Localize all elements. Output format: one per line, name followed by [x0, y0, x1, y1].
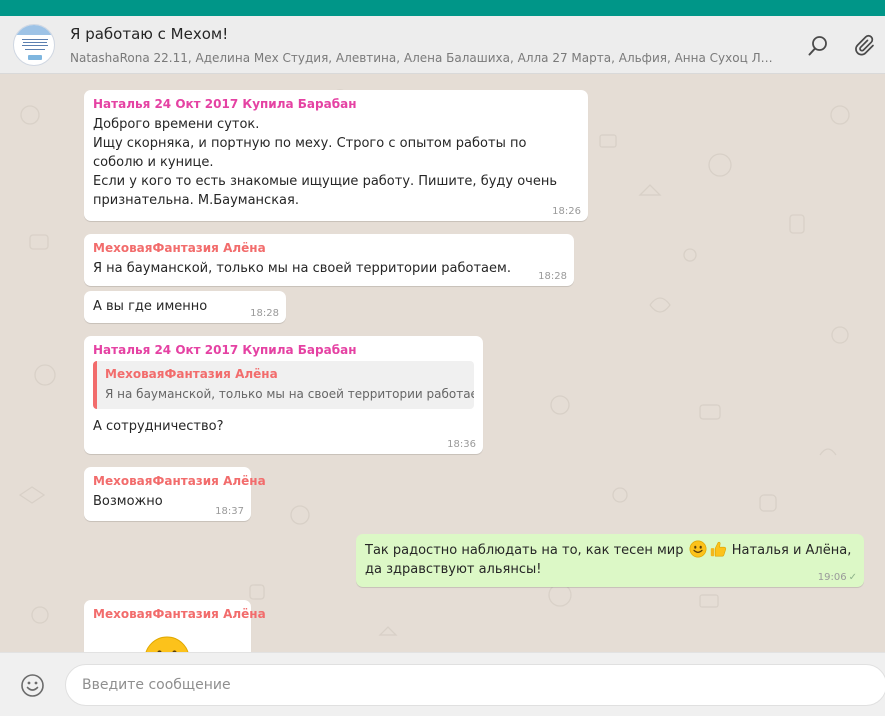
message-text: Доброго времени суток. Ищу скорняка, и п…: [93, 117, 558, 208]
message-text: Так радостно наблюдать на то, как тесен …: [365, 540, 855, 579]
group-avatar[interactable]: [13, 24, 55, 66]
message-bubble[interactable]: МеховаяФантазия Алёна Возможно 18:37: [84, 467, 266, 521]
message-list[interactable]: Наталья 24 Окт 2017 Купила Барабан Добро…: [0, 75, 885, 652]
message-input[interactable]: [65, 664, 885, 706]
quoted-message[interactable]: МеховаяФантазия Алёна Я на бауманской, т…: [93, 361, 474, 409]
message-time: 18:37: [215, 506, 244, 517]
paperclip-icon[interactable]: [854, 34, 878, 58]
outgoing-message-bubble[interactable]: Так радостно наблюдать на то, как тесен …: [356, 534, 864, 587]
message-bubble[interactable]: Наталья 24 Окт 2017 Купила Барабан Мехов…: [84, 336, 483, 454]
message-sender[interactable]: Наталья 24 Окт 2017 Купила Барабан: [93, 96, 579, 112]
chat-members-list[interactable]: NatashaRona 22.11, Аделина Мех Студия, А…: [70, 51, 778, 65]
message-sender[interactable]: Наталья 24 Окт 2017 Купила Барабан: [93, 342, 474, 358]
message-sender[interactable]: МеховаяФантазия Алёна: [93, 240, 565, 256]
smiling-face-emoji: [145, 636, 189, 652]
chat-title[interactable]: Я работаю с Мехом!: [70, 25, 228, 43]
composer-bar: [0, 652, 885, 716]
message-bubble[interactable]: Наталья 24 Окт 2017 Купила Барабан Добро…: [84, 90, 588, 221]
search-icon[interactable]: [806, 34, 830, 58]
message-bubble[interactable]: МеховаяФантазия Алёна: [84, 600, 266, 652]
message-sender[interactable]: МеховаяФантазия Алёна: [93, 606, 266, 622]
window-top-bar: [0, 0, 885, 16]
quote-text: Я на бауманской, только мы на своей терр…: [105, 387, 474, 401]
delivered-check-icon: ✓: [848, 572, 857, 583]
message-time: 18:28: [250, 308, 279, 319]
message-bubble[interactable]: МеховаяФантазия Алёна Я на бауманской, т…: [84, 234, 574, 286]
message-text: Я на бауманской, только мы на своей терр…: [93, 261, 511, 276]
smiling-face-emoji: [689, 540, 707, 558]
emoji-icon[interactable]: [20, 673, 45, 698]
quote-accent-bar: [93, 361, 97, 409]
thumbs-up-emoji: [710, 541, 726, 557]
message-time: 19:06 ✓: [817, 572, 857, 583]
message-time: 18:26: [552, 206, 581, 217]
message-text: А сотрудничество?: [93, 419, 224, 434]
message-time: 18:36: [447, 439, 476, 450]
message-text-part: Так радостно наблюдать на то, как тесен …: [365, 543, 684, 558]
message-sender[interactable]: МеховаяФантазия Алёна: [93, 473, 266, 489]
message-time: 18:28: [538, 271, 567, 282]
message-bubble[interactable]: А вы где именно 18:28: [84, 291, 286, 323]
chat-header[interactable]: Я работаю с Мехом! NatashaRona 22.11, Ад…: [0, 16, 885, 74]
quote-author: МеховаяФантазия Алёна: [105, 367, 278, 381]
